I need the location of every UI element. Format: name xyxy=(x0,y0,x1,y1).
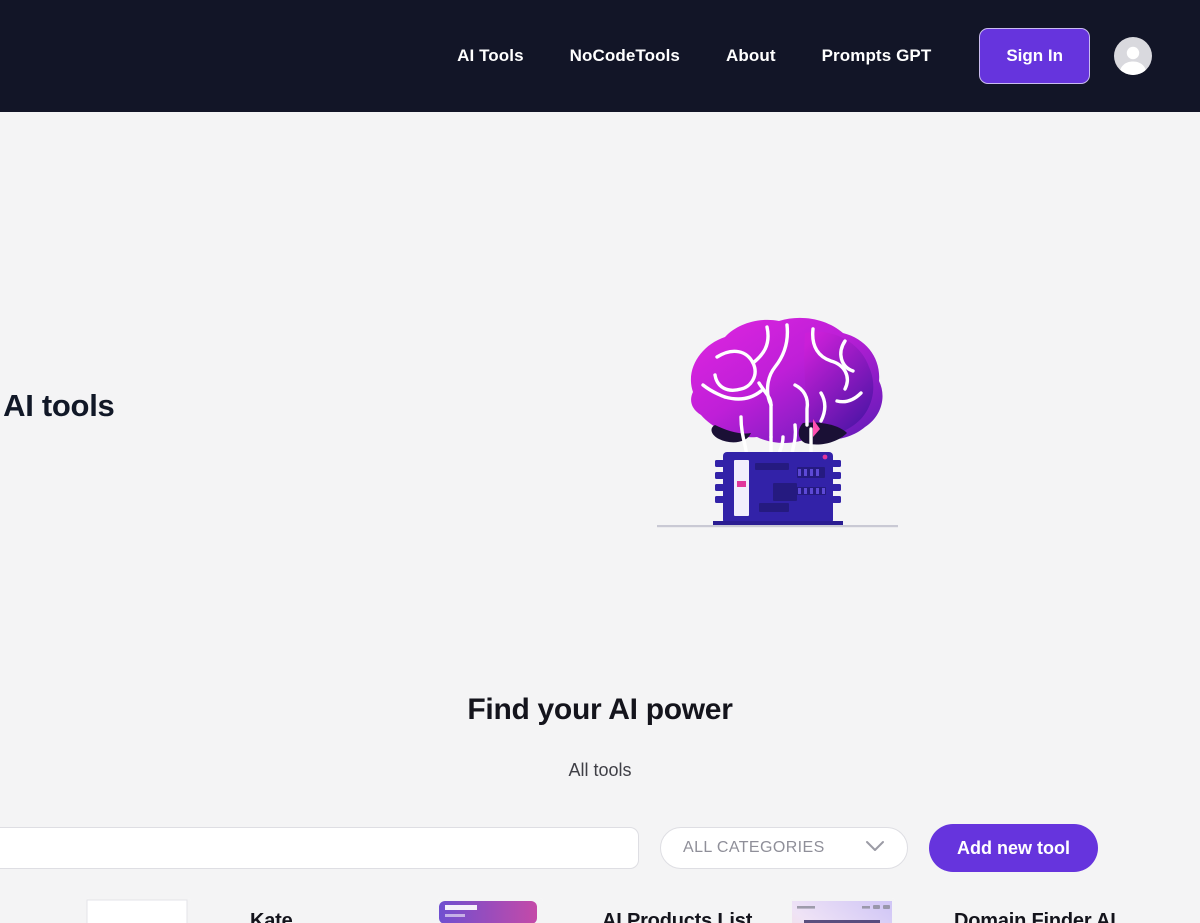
ai-products-list-thumbnail xyxy=(438,898,543,923)
find-title: Find your AI power xyxy=(467,693,733,726)
chevron-down-icon xyxy=(865,839,885,857)
nav-item-about[interactable]: About xyxy=(726,46,776,66)
tool-card-text: Kate code xyxy=(191,898,293,923)
user-avatar-icon xyxy=(1114,41,1152,75)
site-header: AI Tools NoCodeTools About Prompts GPT S… xyxy=(0,0,1200,112)
tool-card-title: Domain Finder AI xyxy=(954,910,1116,923)
nav-item-prompts-gpt[interactable]: Prompts GPT xyxy=(822,46,932,66)
tool-card-list: Kate code xyxy=(0,898,1200,923)
brain-circuit-illustration xyxy=(655,297,900,532)
tool-card-title: Kate xyxy=(250,910,293,923)
find-section: Find your AI power All tools xyxy=(0,580,1200,781)
tool-controls-row: ALL CATEGORIES Add new tool xyxy=(0,824,1200,872)
tool-card[interactable]: Kate code xyxy=(86,898,438,923)
tool-card[interactable]: Domain Finder AI search xyxy=(790,898,1142,923)
tool-card[interactable]: AI Products List chatbots xyxy=(438,898,790,923)
category-select[interactable]: ALL CATEGORIES xyxy=(660,827,908,869)
add-new-tool-button[interactable]: Add new tool xyxy=(929,824,1098,872)
avatar[interactable] xyxy=(1114,37,1152,75)
tool-card-text: Domain Finder AI search xyxy=(895,898,1116,923)
nav-item-nocodetools[interactable]: NoCodeTools xyxy=(570,46,680,66)
tool-card-title: AI Products List xyxy=(602,910,753,923)
nav-item-ai-tools[interactable]: AI Tools xyxy=(457,46,524,66)
domain-finder-ai-thumbnail xyxy=(790,898,895,923)
tool-card-text: AI Products List chatbots xyxy=(543,898,752,923)
hero-title: t AI tools xyxy=(0,388,115,423)
find-subtitle: All tools xyxy=(568,760,632,780)
main-navigation: AI Tools NoCodeTools About Prompts GPT xyxy=(457,46,931,66)
category-select-label: ALL CATEGORIES xyxy=(683,839,825,856)
kate-screenshot-thumbnail xyxy=(86,898,191,923)
hero-section: t AI tools xyxy=(0,112,1200,580)
search-input[interactable] xyxy=(0,827,639,869)
sign-in-button[interactable]: Sign In xyxy=(979,28,1090,84)
